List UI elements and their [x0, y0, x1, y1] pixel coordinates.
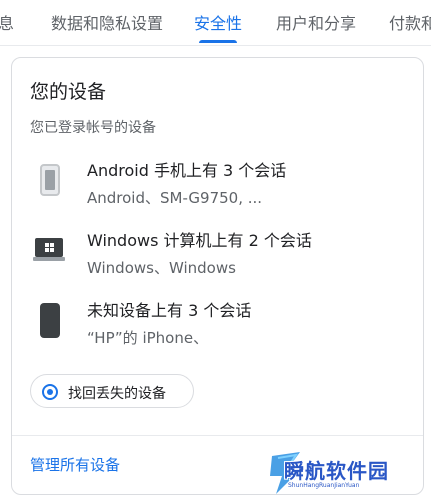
find-lost-device-label: 找回丢失的设备 — [68, 386, 166, 402]
tab-security[interactable]: 安全性 — [194, 10, 242, 34]
watermark-text: 瞬航软件园 — [284, 459, 389, 483]
watermark-subtext: ShunHangRuanJianYuan — [288, 482, 360, 489]
device-subtitle: Windows、Windows — [87, 259, 236, 277]
manage-all-devices-link[interactable]: 管理所有设备 — [30, 454, 120, 475]
device-row-unknown[interactable]: 未知设备上有 3 个会话 “HP”的 iPhone、 — [12, 297, 423, 357]
card-subtitle: 您已登录帐号的设备 — [30, 120, 156, 136]
tab-people-sharing[interactable]: 用户和分享 — [276, 10, 356, 34]
windows-laptop-icon — [33, 238, 65, 262]
device-subtitle: Android、SM-G9750, ... — [87, 189, 263, 207]
device-title: 未知设备上有 3 个会话 — [87, 301, 252, 320]
device-row-windows[interactable]: Windows 计算机上有 2 个会话 Windows、Windows — [12, 227, 423, 287]
find-lost-device-button[interactable]: 找回丢失的设备 — [30, 374, 194, 408]
tab-personal-info[interactable]: 息 — [0, 10, 14, 34]
tab-payments[interactable]: 付款和 — [389, 10, 431, 34]
device-row-android[interactable]: Android 手机上有 3 个会话 Android、SM-G9750, ... — [12, 157, 423, 217]
unknown-phone-icon — [40, 303, 60, 338]
device-title: Windows 计算机上有 2 个会话 — [87, 231, 312, 250]
card-title: 您的设备 — [30, 81, 107, 103]
device-title: Android 手机上有 3 个会话 — [87, 161, 287, 180]
active-tab-indicator — [199, 40, 237, 43]
watermark: 瞬航软件园 ShunHangRuanJianYuan — [266, 448, 426, 498]
tab-data-privacy[interactable]: 数据和隐私设置 — [51, 10, 163, 34]
locate-icon — [42, 384, 58, 400]
card-divider — [12, 435, 423, 436]
android-phone-icon — [40, 164, 60, 196]
your-devices-card: 您的设备 您已登录帐号的设备 Android 手机上有 3 个会话 Androi… — [11, 57, 424, 495]
device-subtitle: “HP”的 iPhone、 — [87, 329, 209, 347]
settings-tab-bar: 息 数据和隐私设置 安全性 用户和分享 付款和 — [0, 0, 431, 46]
